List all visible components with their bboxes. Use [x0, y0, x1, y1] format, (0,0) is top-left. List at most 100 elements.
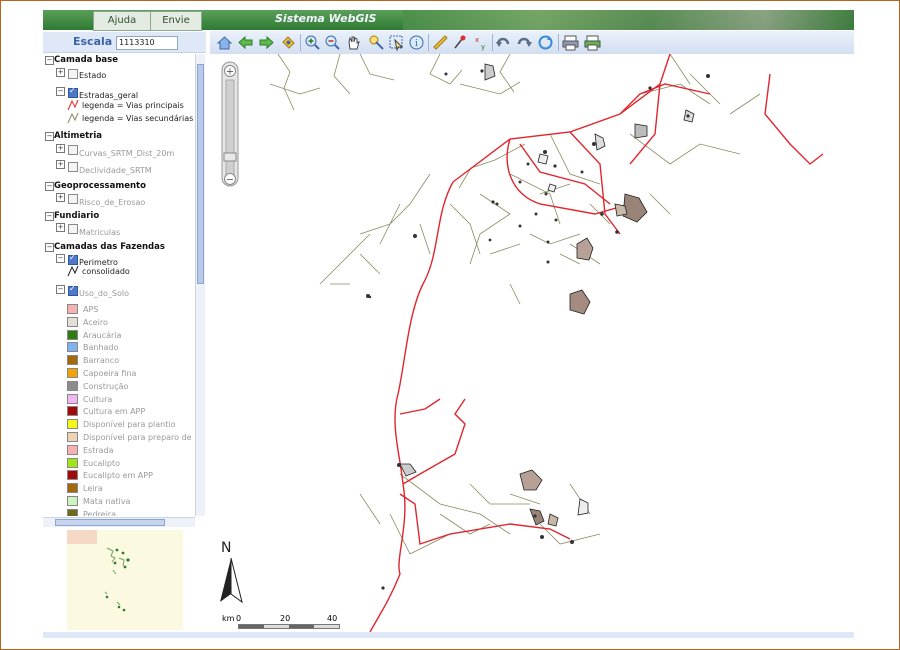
legend-label: Aceiro	[83, 317, 108, 327]
legend-label: Cultura em APP	[83, 407, 146, 417]
measure-point-icon[interactable]	[452, 34, 469, 51]
back-arrow-icon[interactable]	[237, 34, 254, 51]
collapse-icon[interactable]: −	[45, 56, 54, 65]
identify-icon[interactable]	[368, 34, 385, 51]
collapse-icon[interactable]: −	[45, 212, 54, 221]
legend-label: Estrada	[83, 445, 114, 455]
expand-icon[interactable]: +	[56, 160, 65, 169]
layer-estradas-geral: Estradas_geral	[79, 91, 139, 100]
line-legend-icon-principais	[67, 99, 79, 111]
legend-label: Cultura	[83, 394, 113, 404]
app-title: Sistema WebGIS	[275, 12, 377, 25]
legend-label: Mata nativa	[83, 497, 131, 506]
farm-polygons-layer	[399, 63, 695, 527]
line-legend-icon-consolidado	[67, 265, 79, 277]
zoom-slider[interactable]: + −	[218, 60, 244, 188]
hand-icon[interactable]	[345, 34, 362, 51]
layer-panel-vertical-scrollbar[interactable]	[195, 54, 205, 516]
scale-bar: Escala 1: 1113310	[43, 32, 206, 53]
print-icon[interactable]	[562, 34, 579, 51]
collapse-icon[interactable]: −	[45, 132, 54, 141]
checkbox-estado[interactable]	[68, 69, 78, 79]
legend-swatch	[67, 304, 78, 314]
collapse-icon[interactable]: −	[56, 285, 65, 294]
map-view[interactable]	[210, 54, 854, 632]
info-icon[interactable]: i	[408, 34, 425, 51]
refresh-icon[interactable]	[537, 34, 554, 51]
redo-icon[interactable]	[516, 34, 533, 51]
legend-vias-secundarias: legenda = Vias secundárias	[82, 114, 194, 123]
checkbox-uso-do-solo[interactable]	[68, 284, 78, 296]
layer-panel-horizontal-scrollbar[interactable]	[43, 517, 195, 527]
checkbox-perimetro[interactable]	[68, 253, 78, 265]
legend-label: Eucalipto	[83, 458, 120, 468]
group-fundiario: Fundiario	[54, 211, 100, 221]
scale-bar-graphic	[238, 624, 340, 629]
legend-swatch	[67, 342, 78, 353]
map-toolbar: i xy	[210, 31, 854, 55]
svg-text:y: y	[481, 43, 485, 51]
map-canvas[interactable]	[210, 54, 854, 632]
legend-label: Eucalipto em APP	[83, 471, 153, 481]
checkbox-curvas[interactable]	[68, 145, 78, 155]
collapse-icon[interactable]: −	[56, 87, 65, 96]
zoom-out-icon[interactable]	[324, 34, 341, 51]
horizontal-scroll-thumb[interactable]	[55, 519, 165, 526]
map-scale-bar: km 0 20 40	[214, 604, 344, 630]
undo-icon[interactable]	[495, 34, 512, 51]
legend-swatch	[67, 380, 78, 391]
line-legend-icon-secundarias	[67, 112, 79, 124]
legend-label: Araucária	[83, 330, 122, 340]
layer-declividade: Declividade_SRTM	[79, 166, 152, 175]
tab-ajuda[interactable]: Ajuda	[93, 11, 151, 31]
layer-uso-do-solo: Uso_do_Solo	[79, 289, 129, 298]
checkbox-risco[interactable]	[68, 194, 78, 204]
checkbox-estradas-geral[interactable]	[68, 86, 78, 98]
bottom-status-strip	[43, 632, 854, 638]
zoom-slider-handle	[223, 152, 237, 162]
scale-unit: km	[222, 614, 235, 623]
legend-label: Banhado	[83, 343, 119, 353]
collapse-icon[interactable]: −	[56, 254, 65, 263]
expand-icon[interactable]: +	[56, 68, 65, 77]
pan-to-icon[interactable]	[280, 34, 297, 51]
measure-distance-icon[interactable]	[432, 34, 449, 51]
overview-minimap[interactable]	[67, 530, 183, 630]
collapse-icon[interactable]: −	[45, 243, 54, 252]
forward-arrow-icon[interactable]	[258, 34, 275, 51]
legend-label: APS	[83, 305, 99, 314]
select-icon[interactable]	[388, 34, 405, 51]
north-arrow: N	[218, 540, 244, 608]
legend-swatch	[67, 329, 78, 340]
home-icon[interactable]	[216, 34, 233, 51]
printer-setup-icon[interactable]	[584, 34, 601, 51]
layer-tree: − Camada base + Estado − Estradas_geral …	[43, 54, 195, 516]
zoom-in-icon[interactable]	[304, 34, 321, 51]
checkbox-matriculas[interactable]	[68, 224, 78, 234]
legend-label: Barranco	[83, 356, 120, 366]
scale-input[interactable]: 1113310	[116, 36, 178, 50]
header-banner-image	[403, 10, 854, 30]
legend-swatch	[67, 457, 78, 468]
legend-swatch	[67, 483, 78, 494]
expand-icon[interactable]: +	[56, 193, 65, 202]
legend-swatch	[67, 368, 78, 378]
north-label: N	[221, 540, 232, 556]
collapse-icon[interactable]: −	[45, 182, 54, 191]
toolbar-separator	[300, 34, 301, 51]
tab-envie-dicas[interactable]: Envie Dicas	[150, 11, 202, 44]
expand-icon[interactable]: +	[56, 223, 65, 232]
layer-matriculas: Matriculas	[79, 228, 121, 237]
legend-label: Construção	[83, 381, 129, 391]
layer-estado: Estado	[79, 71, 107, 80]
layer-curvas: Curvas_SRTM_Dist_20m	[79, 149, 175, 158]
coordinates-icon[interactable]: xy	[472, 34, 489, 51]
legend-swatch	[67, 406, 78, 417]
legend-swatch	[67, 316, 78, 327]
expand-icon[interactable]: +	[56, 144, 65, 153]
vertical-scroll-thumb[interactable]	[197, 64, 204, 284]
checkbox-declividade[interactable]	[68, 162, 78, 172]
top-bar: Ajuda Envie Dicas Sistema WebGIS	[43, 10, 854, 44]
legend-label: Capoeira fina	[83, 369, 137, 378]
legend-swatch	[67, 508, 78, 516]
